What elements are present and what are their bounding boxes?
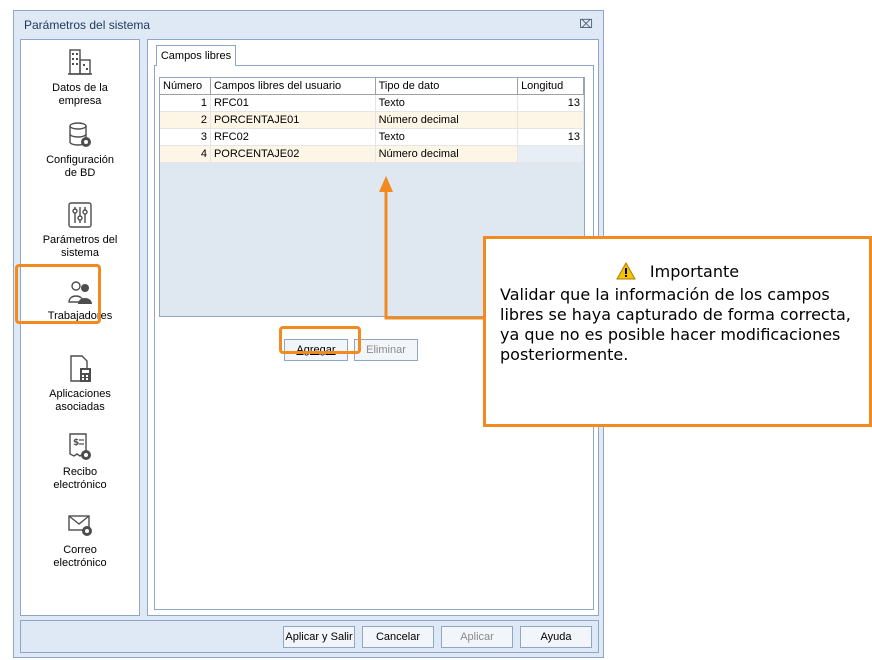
agregar-highlight bbox=[279, 326, 361, 354]
warning-icon bbox=[616, 261, 636, 280]
cell-longitud: 13 bbox=[517, 128, 584, 146]
cell-tipo: Texto bbox=[375, 94, 519, 112]
title-bar: Parámetros del sistema ⌧ bbox=[14, 11, 603, 37]
sidebar-item-parametros-sistema[interactable]: Parámetros del sistema bbox=[21, 200, 139, 260]
aplicar-y-salir-button[interactable]: Aplicar y Salir bbox=[283, 626, 355, 648]
table-row[interactable]: 4 PORCENTAJE02 Número decimal bbox=[160, 145, 584, 163]
table-row[interactable]: 3 RFC02 Texto 13 bbox=[160, 128, 584, 146]
cell-numero: 4 bbox=[160, 145, 211, 163]
cell-campo: PORCENTAJE02 bbox=[210, 145, 376, 163]
cell-campo: RFC02 bbox=[210, 128, 376, 146]
callout-arrow bbox=[379, 176, 483, 320]
document-calculator-icon bbox=[70, 355, 91, 382]
cell-numero: 2 bbox=[160, 111, 211, 129]
sidebar-item-recibo-electronico[interactable]: $ Recibo electrónico bbox=[21, 432, 139, 492]
cell-campo: PORCENTAJE01 bbox=[210, 111, 376, 129]
sliders-icon bbox=[68, 202, 92, 228]
callout-title-text: Importante bbox=[649, 262, 740, 281]
column-header-campo[interactable]: Campos libres del usuario bbox=[210, 78, 376, 95]
aplicar-button[interactable]: Aplicar bbox=[441, 626, 513, 648]
sidebar-item-aplicaciones-asociadas[interactable]: Aplicaciones asociadas bbox=[21, 354, 139, 414]
sidebar-item-correo-electronico[interactable]: Correo electrónico bbox=[21, 510, 139, 570]
cell-tipo: Número decimal bbox=[375, 145, 519, 163]
column-header-tipo[interactable]: Tipo de dato bbox=[375, 78, 519, 95]
cell-tipo: Texto bbox=[375, 128, 519, 146]
sidebar-item-label: Parámetros del sistema bbox=[42, 234, 118, 259]
important-callout: Importante Validar que la información de… bbox=[483, 236, 872, 427]
table-row[interactable]: 2 PORCENTAJE01 Número decimal bbox=[160, 111, 584, 129]
sidebar-item-label: Datos de la empresa bbox=[52, 82, 108, 107]
svg-text:$: $ bbox=[73, 438, 79, 448]
sidebar-item-label: Configuración de BD bbox=[46, 154, 114, 179]
window-title: Parámetros del sistema bbox=[24, 18, 151, 32]
sidebar-item-label: Aplicaciones asociadas bbox=[49, 388, 111, 413]
table-header-row: Número Campos libres del usuario Tipo de… bbox=[160, 78, 584, 95]
cell-tipo: Número decimal bbox=[375, 111, 519, 129]
footer-bar: Aplicar y Salir Cancelar Aplicar Ayuda bbox=[20, 620, 599, 653]
cell-numero: 1 bbox=[160, 94, 211, 112]
database-gear-icon bbox=[69, 122, 91, 147]
cell-longitud: 13 bbox=[517, 94, 584, 112]
callout-body: Validar que la información de los campos… bbox=[500, 285, 851, 364]
envelope-gear-icon bbox=[68, 515, 92, 536]
sidebar: Datos de la empresa Configuración de BD bbox=[20, 39, 140, 616]
cell-numero: 3 bbox=[160, 128, 211, 146]
sidebar-item-label: Recibo electrónico bbox=[53, 466, 107, 491]
tab-campos-libres[interactable]: Campos libres bbox=[156, 45, 236, 66]
column-header-longitud[interactable]: Longitud bbox=[517, 78, 584, 95]
column-header-numero[interactable]: Número bbox=[160, 78, 211, 95]
cell-longitud bbox=[517, 145, 584, 163]
cell-longitud bbox=[517, 111, 584, 129]
sidebar-item-configuracion-bd[interactable]: Configuración de BD bbox=[21, 120, 139, 180]
sidebar-item-datos-empresa[interactable]: Datos de la empresa bbox=[21, 48, 139, 108]
receipt-gear-icon: $ bbox=[69, 433, 91, 460]
building-icon bbox=[68, 49, 92, 75]
sidebar-item-label: Correo electrónico bbox=[53, 544, 107, 569]
trabajadores-highlight bbox=[15, 264, 101, 324]
table-row[interactable]: 1 RFC01 Texto 13 bbox=[160, 94, 584, 112]
ayuda-button[interactable]: Ayuda bbox=[520, 626, 592, 648]
close-icon[interactable]: ⌧ bbox=[579, 17, 593, 31]
callout-title: Importante bbox=[486, 261, 869, 281]
campos-libres-table: Número Campos libres del usuario Tipo de… bbox=[160, 78, 584, 163]
cancelar-button[interactable]: Cancelar bbox=[362, 626, 434, 648]
cell-campo: RFC01 bbox=[210, 94, 376, 112]
